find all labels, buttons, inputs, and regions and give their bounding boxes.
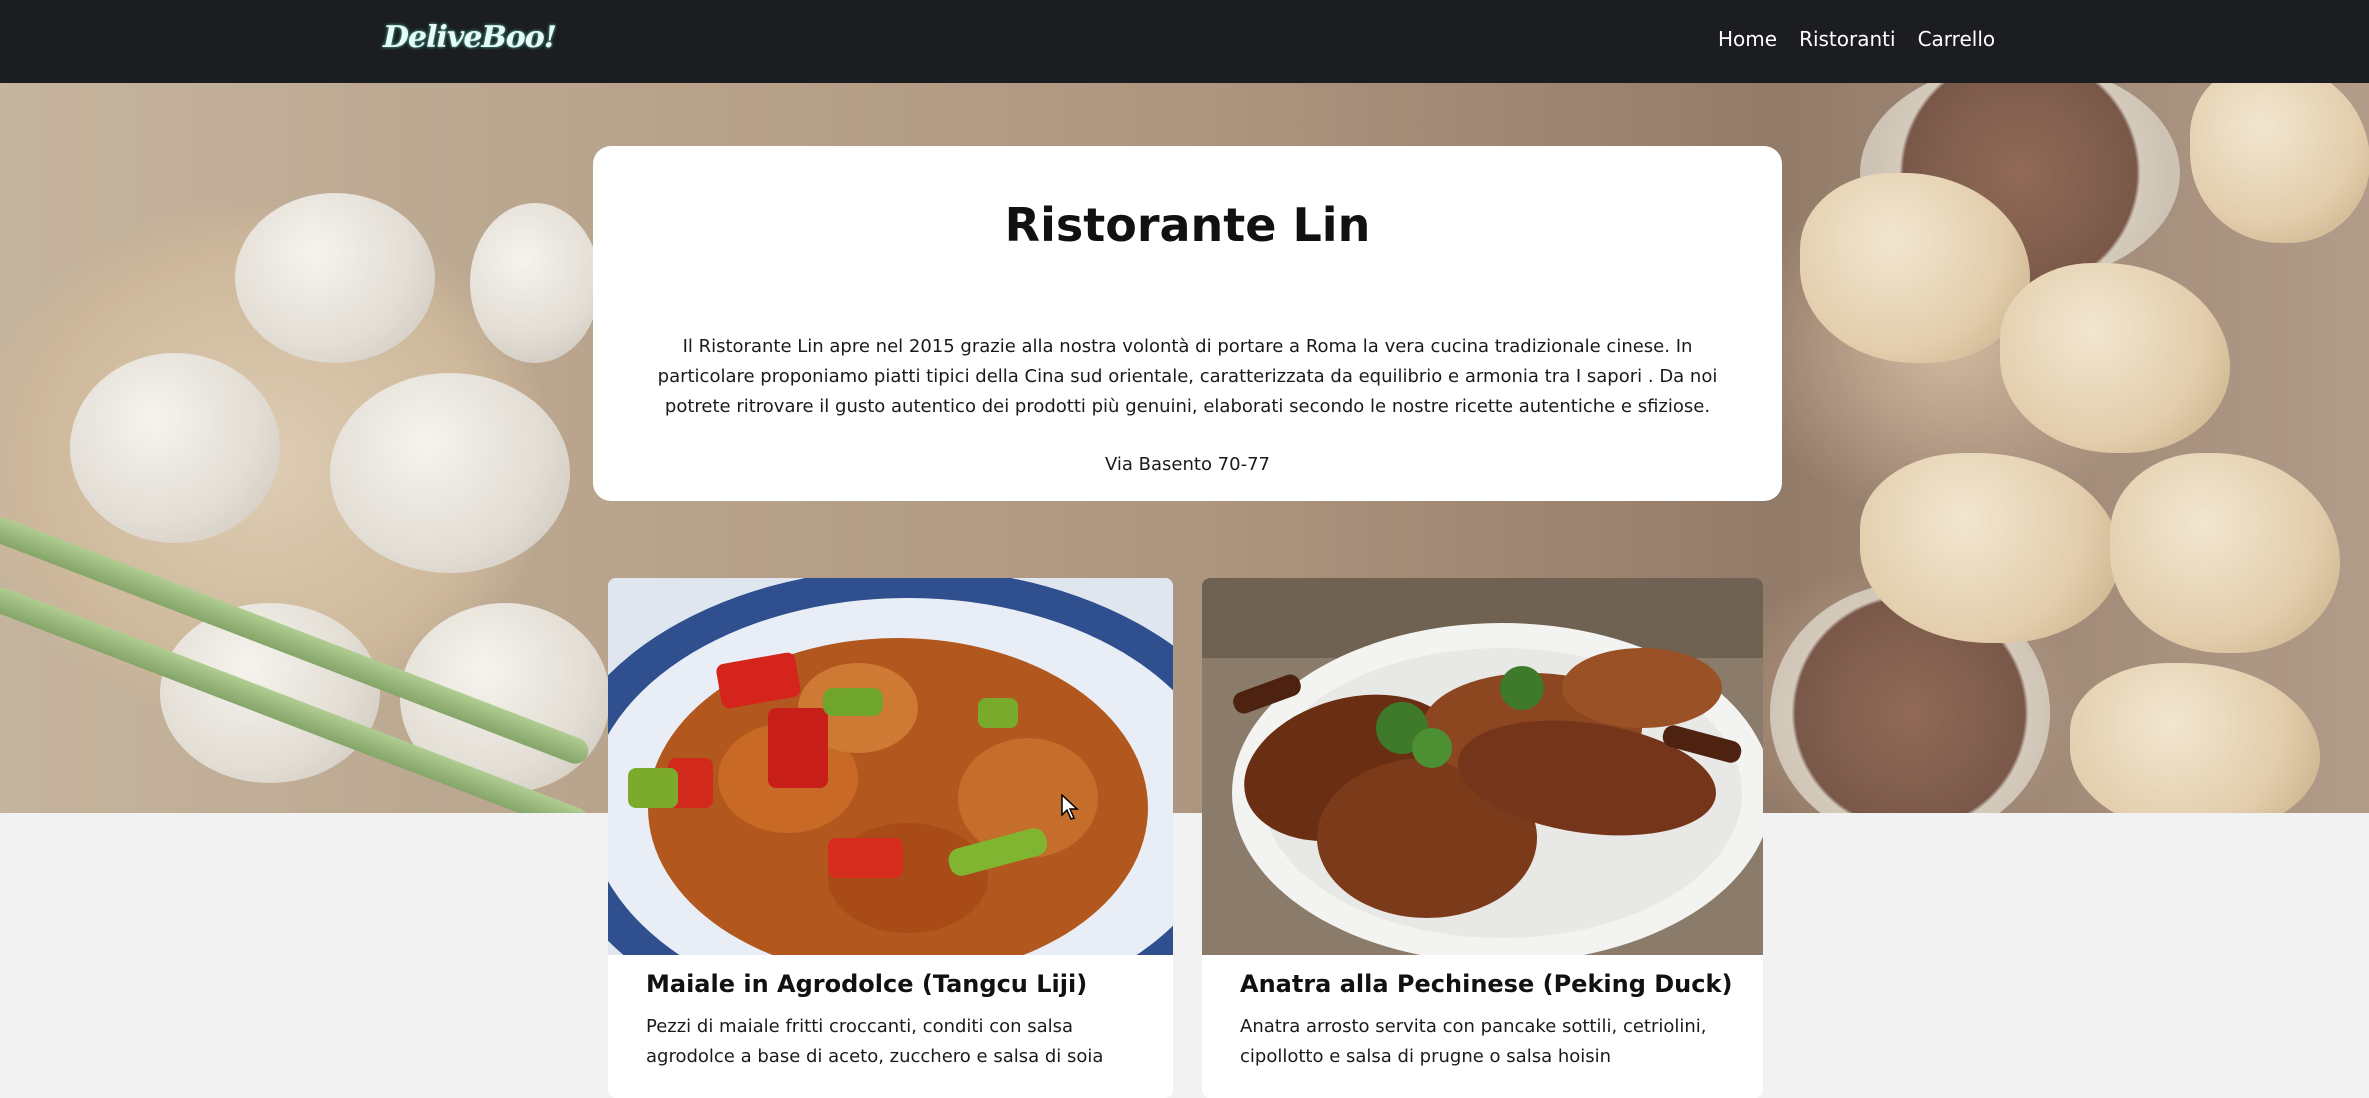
mouse-cursor-icon [1061, 794, 1079, 820]
dish-card[interactable]: Anatra alla Pechinese (Peking Duck) Anat… [1202, 578, 1763, 1098]
dish-description: Pezzi di maiale fritti croccanti, condit… [646, 1016, 1104, 1067]
dish-name: Maiale in Agrodolce (Tangcu Liji) [646, 970, 1088, 998]
dish-image-peking-duck [1202, 578, 1763, 955]
dish-name: Anatra alla Pechinese (Peking Duck) [1240, 970, 1733, 998]
nav-link-home[interactable]: Home [1718, 27, 1777, 51]
dish-image-sweet-sour-pork [608, 578, 1173, 955]
restaurant-info-card: Ristorante Lin Il Ristorante Lin apre ne… [593, 146, 1782, 501]
top-navbar: DeliveBoo! Home Ristoranti Carrello [0, 0, 2369, 83]
restaurant-address: Via Basento 70-77 [1104, 454, 1270, 475]
brand-logo[interactable]: DeliveBoo! [383, 20, 557, 55]
nav-link-ristoranti[interactable]: Ristoranti [1799, 27, 1896, 51]
dish-card[interactable]: Maiale in Agrodolce (Tangcu Liji) Pezzi … [608, 578, 1173, 1098]
nav-links: Home Ristoranti Carrello [1718, 27, 1995, 51]
restaurant-name: Ristorante Lin [1004, 198, 1371, 252]
restaurant-description: Il Ristorante Lin apre nel 2015 grazie a… [657, 336, 1718, 417]
nav-link-carrello[interactable]: Carrello [1918, 27, 1996, 51]
dish-description: Anatra arrosto servita con pancake sotti… [1240, 1016, 1707, 1067]
